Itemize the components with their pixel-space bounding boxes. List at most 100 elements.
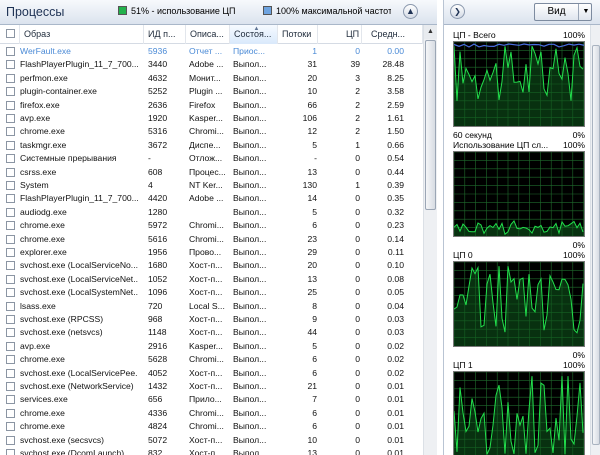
process-status: Выпол... — [233, 381, 267, 391]
table-row[interactable]: chrome.exe 5316 Chromi... Выпол... 12 2 1.50 — [0, 125, 423, 138]
table-row[interactable]: csrss.exe 608 Процес... Выпол... 13 0 0.44 — [0, 166, 423, 179]
checkbox-icon — [6, 435, 15, 445]
row-checkbox[interactable] — [6, 340, 20, 353]
process-name: audiodg.exe — [20, 206, 67, 217]
table-row[interactable]: avp.exe 2916 Kasper... Выпол... 5 0 0.02 — [0, 340, 423, 353]
row-checkbox[interactable] — [6, 273, 20, 286]
table-row[interactable]: lsass.exe 720 Local S... Выпол... 8 0 0.04 — [0, 300, 423, 313]
table-row[interactable]: firefox.exe 2636 Firefox Выпол... 66 2 2.59 — [0, 99, 423, 112]
table-row[interactable]: taskmgr.exe 3672 Диспе... Выпол... 5 1 0.66 — [0, 139, 423, 152]
row-checkbox[interactable] — [6, 125, 20, 138]
table-row[interactable]: svchost.exe (LocalServiceNet... 1052 Хост-… — [0, 273, 423, 286]
table-row[interactable]: svchost.exe (RPCSS) 968 Хост-п... Выпол... 9… — [0, 313, 423, 326]
row-checkbox[interactable] — [6, 179, 20, 192]
row-checkbox[interactable] — [6, 206, 20, 219]
table-row[interactable]: plugin-container.exe 5252 Plugin ... Выпол.… — [0, 85, 423, 98]
row-checkbox[interactable] — [6, 300, 20, 313]
table-row[interactable]: chrome.exe 5628 Chromi... Выпол... 6 0 0.02 — [0, 353, 423, 366]
process-threads: 31 — [307, 59, 317, 70]
view-dropdown-button[interactable]: Вид ▼ — [534, 3, 592, 21]
row-checkbox[interactable] — [6, 407, 20, 420]
column-image[interactable]: Образ — [20, 25, 144, 44]
table-row[interactable]: FlashPlayerPlugin_11_7_700... 3440 Adobe .… — [0, 58, 423, 71]
process-name: chrome.exe — [20, 407, 65, 418]
table-row[interactable]: audiodg.exe 1280 Выпол... 5 0 0.32 — [0, 206, 423, 219]
table-row[interactable]: chrome.exe 4824 Chromi... Выпол... 6 0 0.01 — [0, 420, 423, 433]
process-pid: 832 — [148, 448, 163, 455]
row-checkbox[interactable] — [6, 420, 20, 433]
scroll-up-icon[interactable]: ▲ — [424, 25, 437, 39]
row-checkbox[interactable] — [6, 99, 20, 112]
row-checkbox[interactable] — [6, 233, 20, 246]
column-threads[interactable]: Потоки — [278, 25, 318, 44]
process-list-scrollbar[interactable]: ▲ — [423, 25, 437, 455]
table-row[interactable]: svchost.exe (LocalServicePee... 4052 Хост-… — [0, 367, 423, 380]
table-row[interactable]: Системные прерывания - Отлож... Выпол... - 0 0… — [0, 152, 423, 165]
row-checkbox[interactable] — [6, 367, 20, 380]
row-checkbox[interactable] — [6, 192, 20, 205]
row-checkbox[interactable] — [6, 219, 20, 232]
table-row[interactable]: perfmon.exe 4632 Монит... Выпол... 20 3 8.25 — [0, 72, 423, 85]
process-status: Выпол... — [233, 206, 267, 217]
process-description: Диспе... — [189, 139, 221, 150]
row-checkbox[interactable] — [6, 58, 20, 71]
column-description[interactable]: Описа... — [186, 25, 230, 44]
table-row[interactable]: explorer.exe 1956 Прово... Выпол... 29 0 0.11 — [0, 246, 423, 259]
processes-header[interactable]: Процессы 51% - использование ЦП 100% мак… — [0, 0, 437, 25]
table-row[interactable]: chrome.exe 5616 Chromi... Выпол... 23 0 0.14 — [0, 233, 423, 246]
row-checkbox[interactable] — [6, 259, 20, 272]
column-average-cpu[interactable]: Средн... — [362, 25, 423, 44]
table-row[interactable]: chrome.exe 4336 Chromi... Выпол... 6 0 0.01 — [0, 407, 423, 420]
process-name: svchost.exe (LocalServicePee... — [20, 367, 138, 378]
row-checkbox[interactable] — [6, 393, 20, 406]
column-status[interactable]: Состоя... ▲ — [230, 25, 278, 44]
scrollbar-thumb[interactable] — [425, 40, 436, 210]
process-description: Монит... — [189, 72, 221, 83]
row-checkbox[interactable] — [6, 434, 20, 447]
row-checkbox[interactable] — [6, 353, 20, 366]
row-checkbox[interactable] — [6, 112, 20, 125]
row-checkbox[interactable] — [6, 380, 20, 393]
checkbox-icon — [6, 140, 15, 150]
row-checkbox[interactable] — [6, 286, 20, 299]
process-description: Прило... — [189, 394, 222, 405]
table-row[interactable]: svchost.exe (DcomLaunch) 832 Хост-п... Выпо… — [0, 447, 423, 455]
row-checkbox[interactable] — [6, 72, 20, 85]
table-row[interactable]: svchost.exe (LocalServiceNo... 1680 Хост-п… — [0, 259, 423, 272]
checkbox-icon — [6, 114, 15, 123]
process-average-cpu: 0.02 — [387, 340, 404, 351]
table-row[interactable]: services.exe 656 Прило... Выпол... 7 0 0.01 — [0, 393, 423, 406]
select-all-checkbox[interactable] — [0, 25, 20, 44]
process-status: Выпол... — [233, 354, 267, 365]
process-cpu: 2 — [355, 99, 360, 110]
graphs-scrollbar[interactable] — [590, 25, 600, 455]
table-row[interactable]: System 4 NT Ker... Выпол... 130 1 0.39 — [0, 179, 423, 192]
row-checkbox[interactable] — [6, 313, 20, 326]
row-checkbox[interactable] — [6, 447, 20, 455]
collapse-button[interactable]: ▲ — [403, 4, 418, 19]
column-pid[interactable]: ИД п... — [144, 25, 186, 44]
row-checkbox[interactable] — [6, 152, 20, 165]
process-cpu: 0 — [355, 300, 360, 311]
row-checkbox[interactable] — [6, 166, 20, 179]
process-description: Adobe ... — [189, 59, 224, 70]
table-row[interactable]: chrome.exe 5972 Chromi... Выпол... 6 0 0.23 — [0, 219, 423, 232]
table-row[interactable]: svchost.exe (secsvcs) 5072 Хост-п... Выпол.… — [0, 434, 423, 447]
process-cpu: 0 — [355, 421, 360, 432]
table-row[interactable]: svchost.exe (netsvcs) 1148 Хост-п... Выпол.… — [0, 326, 423, 339]
table-row[interactable]: WerFault.exe 5936 Отчет ... Приос... 1 0 0.00 — [0, 45, 423, 58]
column-cpu[interactable]: ЦП — [318, 25, 362, 44]
table-row[interactable]: avp.exe 1920 Kasper... Выпол... 106 2 1.61 — [0, 112, 423, 125]
row-checkbox[interactable] — [6, 246, 20, 259]
navigate-button[interactable]: ❯ — [450, 4, 465, 19]
row-checkbox[interactable] — [6, 45, 20, 58]
process-status: Выпол... — [233, 287, 267, 298]
table-row[interactable]: svchost.exe (LocalSystemNet... 1096 Хост-п… — [0, 286, 423, 299]
row-checkbox[interactable] — [6, 85, 20, 98]
row-checkbox[interactable] — [6, 326, 20, 339]
table-row[interactable]: svchost.exe (NetworkService) 1432 Хост-п..… — [0, 380, 423, 393]
graphs-scrollbar-thumb[interactable] — [592, 45, 600, 445]
process-pid: 5316 — [148, 126, 168, 137]
row-checkbox[interactable] — [6, 139, 20, 152]
table-row[interactable]: FlashPlayerPlugin_11_7_700... 4420 Adobe .… — [0, 192, 423, 205]
